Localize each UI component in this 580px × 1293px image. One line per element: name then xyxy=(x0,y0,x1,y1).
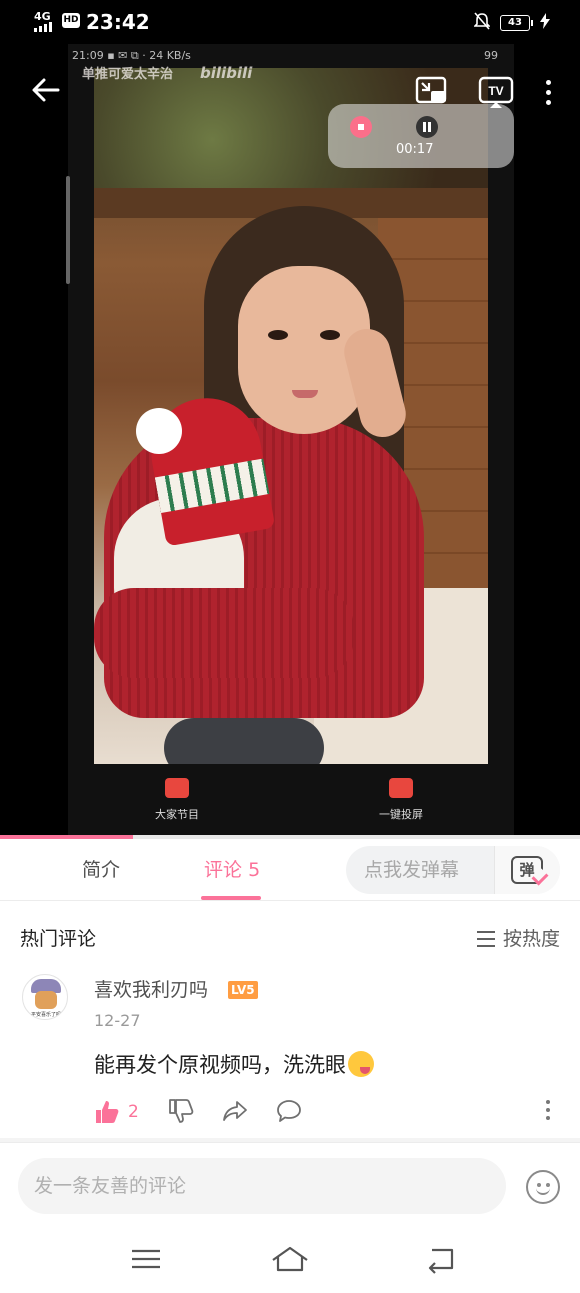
network-type: 4G xyxy=(34,10,51,23)
sort-icon xyxy=(476,931,495,947)
comment-input[interactable] xyxy=(18,1158,506,1214)
like-count: 2 xyxy=(128,1102,139,1122)
inner-button-right-label: 一键投屏 xyxy=(379,808,423,821)
camera-icon xyxy=(389,778,413,798)
recorder-time: 00:17 xyxy=(396,142,434,157)
cast-tv-button[interactable]: TV xyxy=(478,74,514,110)
inner-video-title: 单推可爱太辛治 xyxy=(82,67,174,82)
comment-date: 12-27 xyxy=(94,1011,141,1030)
tab-comments-label: 评论 xyxy=(204,859,243,881)
battery-icon: 43 xyxy=(500,15,533,31)
back-nav-button[interactable] xyxy=(422,1244,462,1274)
picture-in-picture-button[interactable] xyxy=(414,74,450,110)
video-frame: 21:09 ▪ ✉ ⧉ · 24 KB/s 99 单推可爱太辛治 bilibil… xyxy=(68,44,514,836)
dislike-button[interactable] xyxy=(168,1098,194,1126)
inner-watermark: bilibili xyxy=(200,64,253,82)
system-nav-bar xyxy=(0,1230,580,1293)
back-arrow-icon xyxy=(32,78,60,102)
danmaku-input[interactable]: 点我发弹幕 弹 xyxy=(346,846,560,894)
tab-intro[interactable]: 简介 xyxy=(82,857,120,883)
hot-comments-title: 热门评论 xyxy=(20,928,97,950)
back-icon xyxy=(428,1248,454,1274)
status-bar: 4G HD 23:42 43 xyxy=(0,0,580,44)
sort-button[interactable]: 按热度 xyxy=(476,926,560,952)
comment-input-bar xyxy=(0,1142,580,1230)
inner-status-bar: 21:09 ▪ ✉ ⧉ · 24 KB/s 99 xyxy=(72,46,508,66)
menu-icon xyxy=(132,1249,160,1269)
comment-actions: 2 xyxy=(94,1098,564,1126)
screen-recorder-widget[interactable]: 00:17 xyxy=(328,104,514,168)
record-pause-icon[interactable] xyxy=(416,116,438,138)
home-icon xyxy=(272,1246,308,1272)
comment-username[interactable]: 喜欢我利刃吗 xyxy=(94,977,208,1003)
like-button[interactable]: 2 xyxy=(94,1098,139,1126)
inner-status-right: 99 xyxy=(484,49,498,62)
sort-label: 按热度 xyxy=(502,928,560,950)
comment-text-body: 能再发个原视频吗，洗洗眼 xyxy=(94,1053,346,1077)
level-badge: LV5 xyxy=(228,981,258,999)
chat-bubble-icon xyxy=(277,1100,301,1122)
avatar[interactable]: 平安喜乐了吗 xyxy=(22,974,68,1020)
picture-in-picture-icon xyxy=(415,76,447,104)
share-button[interactable] xyxy=(222,1098,248,1126)
tab-bar: 简介 评论 5 点我发弹幕 弹 xyxy=(0,839,580,901)
home-button[interactable] xyxy=(270,1244,310,1274)
reply-button[interactable] xyxy=(276,1098,302,1126)
tab-comments-count: 5 xyxy=(248,859,261,881)
scroll-indicator xyxy=(66,176,70,284)
thumbs-up-icon xyxy=(96,1101,119,1123)
video-image xyxy=(94,68,488,764)
more-options-icon[interactable] xyxy=(542,79,554,105)
back-button[interactable] xyxy=(30,74,62,106)
clock: 23:42 xyxy=(86,10,150,34)
tv-cast-icon: TV xyxy=(478,76,514,108)
charging-icon xyxy=(540,13,550,33)
comment-text: 能再发个原视频吗，洗洗眼 xyxy=(94,1050,374,1080)
tongue-face-emoji-icon xyxy=(348,1051,374,1077)
thumbs-down-icon xyxy=(169,1099,194,1123)
inner-button-left-label: 大家节目 xyxy=(155,808,199,821)
tab-comments[interactable]: 评论 5 xyxy=(204,857,260,883)
danmaku-placeholder: 点我发弹幕 xyxy=(364,859,460,881)
comment-more-icon[interactable] xyxy=(546,1100,550,1120)
avatar-caption: 平安喜乐了吗 xyxy=(30,1012,61,1018)
inner-status-left: 21:09 ▪ ✉ ⧉ · 24 KB/s xyxy=(72,49,191,62)
video-player[interactable]: 21:09 ▪ ✉ ⧉ · 24 KB/s 99 单推可爱太辛治 bilibil… xyxy=(0,44,580,836)
inner-button-left: 大家节目 xyxy=(132,778,222,822)
svg-text:TV: TV xyxy=(488,84,503,98)
mute-icon xyxy=(473,12,491,34)
active-tab-indicator xyxy=(201,896,261,900)
recent-apps-button[interactable] xyxy=(126,1244,166,1274)
star-icon xyxy=(165,778,189,798)
record-stop-icon[interactable] xyxy=(350,116,372,138)
share-icon xyxy=(223,1101,247,1121)
danmaku-toggle-button[interactable]: 弹 xyxy=(494,846,560,894)
inner-button-right: 一键投屏 xyxy=(356,778,446,822)
hot-comments-header: 热门评论 按热度 xyxy=(0,918,580,958)
emoji-button[interactable] xyxy=(526,1170,560,1204)
hd-badge: HD xyxy=(62,13,80,28)
comment-item: 平安喜乐了吗 喜欢我利刃吗 LV5 12-27 能再发个原视频吗，洗洗眼 2 xyxy=(0,966,580,1140)
signal-icon xyxy=(34,22,52,32)
